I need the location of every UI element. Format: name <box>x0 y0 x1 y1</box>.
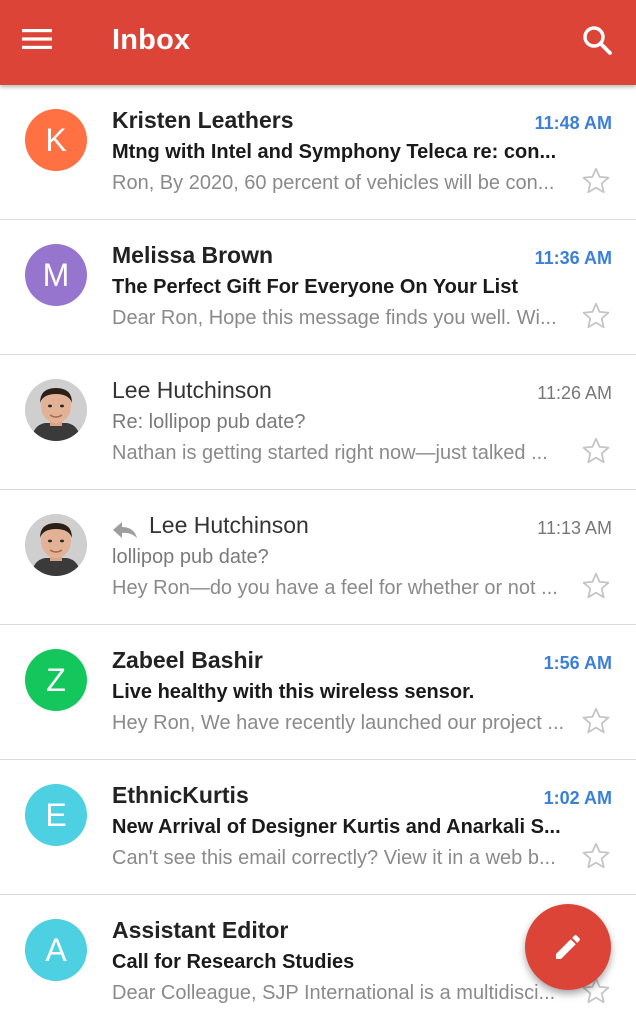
email-subject: New Arrival of Designer Kurtis and Anark… <box>112 816 561 838</box>
email-subject: The Perfect Gift For Everyone On Your Li… <box>112 276 519 298</box>
hamburger-menu-icon <box>22 29 52 49</box>
avatar-photo[interactable] <box>25 514 87 576</box>
menu-button[interactable] <box>22 27 66 59</box>
sender-name: Lee Hutchinson <box>149 512 309 538</box>
avatar[interactable]: E <box>25 784 87 846</box>
email-row[interactable]: Lee Hutchinson 11:26 AM Re: lollipop pub… <box>0 355 636 490</box>
search-icon <box>583 26 612 55</box>
email-snippet: Can't see this email correctly? View it … <box>112 847 556 869</box>
email-snippet: Dear Colleague, SJP International is a m… <box>112 982 556 1004</box>
email-subject: Mtng with Intel and Symphony Teleca re: … <box>112 141 557 163</box>
star-outline-icon <box>582 572 610 599</box>
profile-photo <box>25 379 87 441</box>
email-snippet: Hey Ron—do you have a feel for whether o… <box>112 577 558 599</box>
email-time: 1:02 AM <box>543 788 612 808</box>
email-list: K Kristen Leathers 11:48 AM Mtng with In… <box>0 85 636 1014</box>
page-title: Inbox <box>112 24 191 56</box>
avatar[interactable]: Z <box>25 649 87 711</box>
email-time: 1:56 AM <box>543 653 612 673</box>
sender-name: EthnicKurtis <box>112 782 249 808</box>
sender-name: Zabeel Bashir <box>112 647 263 673</box>
email-snippet: Dear Ron, Hope this message finds you we… <box>112 307 557 329</box>
email-row[interactable]: Lee Hutchinson 11:13 AM lollipop pub dat… <box>0 490 636 625</box>
star-outline-icon <box>582 437 610 464</box>
sender-name: Melissa Brown <box>112 242 274 268</box>
email-snippet: Hey Ron, We have recently launched our p… <box>112 712 565 734</box>
sender-name: Lee Hutchinson <box>112 377 272 403</box>
app-bar: Inbox <box>0 0 636 85</box>
email-subject: Call for Research Studies <box>112 951 355 973</box>
email-subject: Live healthy with this wireless sensor. <box>112 681 475 703</box>
email-row[interactable]: E EthnicKurtis 1:02 AM New Arrival of De… <box>0 760 636 895</box>
email-time: 11:48 AM <box>534 113 612 133</box>
star-outline-icon <box>582 302 610 329</box>
email-time: 11:26 AM <box>537 383 612 403</box>
reply-icon <box>113 522 137 538</box>
email-snippet: Nathan is getting started right now—just… <box>112 442 548 464</box>
avatar[interactable]: M <box>25 244 87 306</box>
email-time: 11:36 AM <box>534 248 612 268</box>
email-row[interactable]: M Melissa Brown 11:36 AM The Perfect Gif… <box>0 220 636 355</box>
star-button[interactable] <box>580 300 612 332</box>
email-row[interactable]: Z Zabeel Bashir 1:56 AM Live healthy wit… <box>0 625 636 760</box>
email-subject: lollipop pub date? <box>112 546 269 568</box>
avatar-photo[interactable] <box>25 379 87 441</box>
pencil-compose-icon <box>556 934 581 959</box>
sender-name: Kristen Leathers <box>112 107 294 133</box>
star-button[interactable] <box>580 435 612 467</box>
star-outline-icon <box>582 707 610 734</box>
profile-photo <box>25 514 87 576</box>
email-row[interactable]: K Kristen Leathers 11:48 AM Mtng with In… <box>0 85 636 220</box>
star-button[interactable] <box>580 165 612 197</box>
email-time: 11:13 AM <box>537 518 612 538</box>
compose-button[interactable] <box>525 904 611 990</box>
sender-name: Assistant Editor <box>112 917 289 943</box>
email-subject: Re: lollipop pub date? <box>112 411 306 433</box>
star-outline-icon <box>582 167 610 194</box>
star-button[interactable] <box>580 840 612 872</box>
avatar[interactable]: A <box>25 919 87 981</box>
star-outline-icon <box>582 842 610 869</box>
avatar[interactable]: K <box>25 109 87 171</box>
email-snippet: Ron, By 2020, 60 percent of vehicles wil… <box>112 172 555 194</box>
star-button[interactable] <box>580 570 612 602</box>
star-button[interactable] <box>580 705 612 737</box>
search-button[interactable] <box>580 23 620 63</box>
